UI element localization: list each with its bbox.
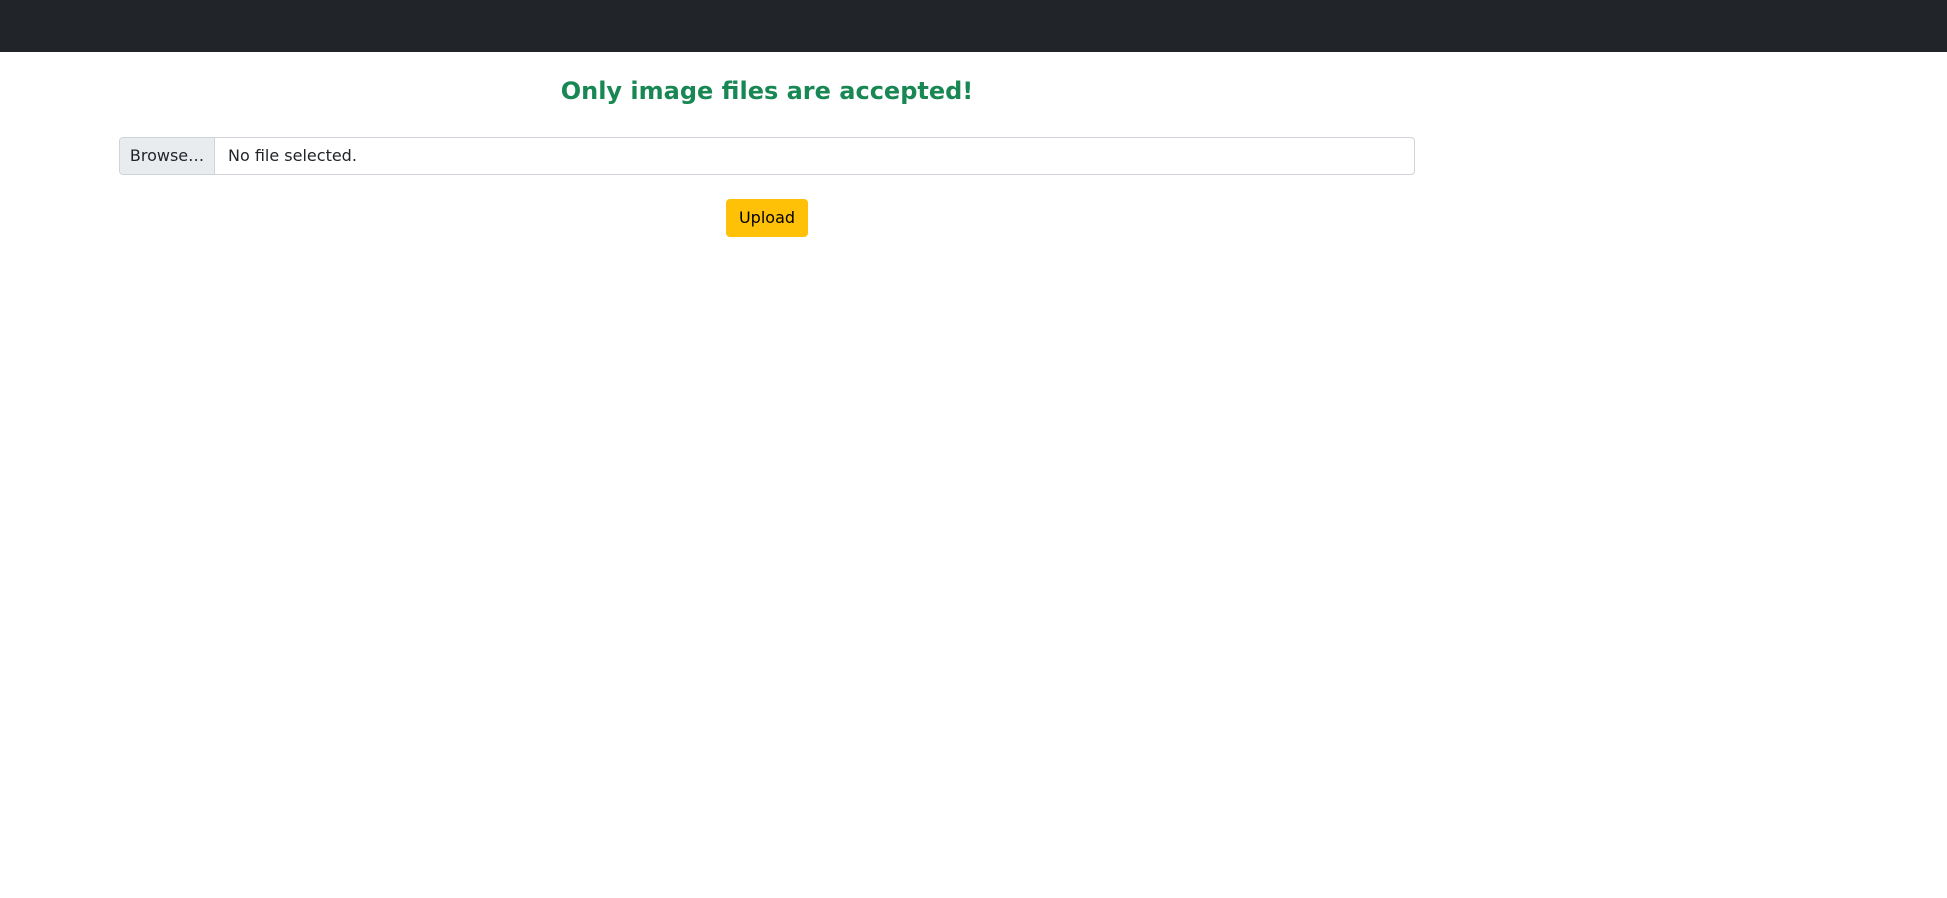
browse-button[interactable]: Browse… — [120, 138, 215, 174]
upload-button-wrapper: Upload — [119, 199, 1415, 237]
file-input[interactable]: Browse… No file selected. — [119, 137, 1415, 175]
info-message: Only image files are accepted! — [560, 77, 974, 105]
upload-form-container: Only image files are accepted! Browse… N… — [119, 52, 1415, 237]
top-navbar — [0, 0, 1947, 52]
upload-button[interactable]: Upload — [725, 199, 809, 237]
file-status-text: No file selected. — [228, 146, 357, 165]
